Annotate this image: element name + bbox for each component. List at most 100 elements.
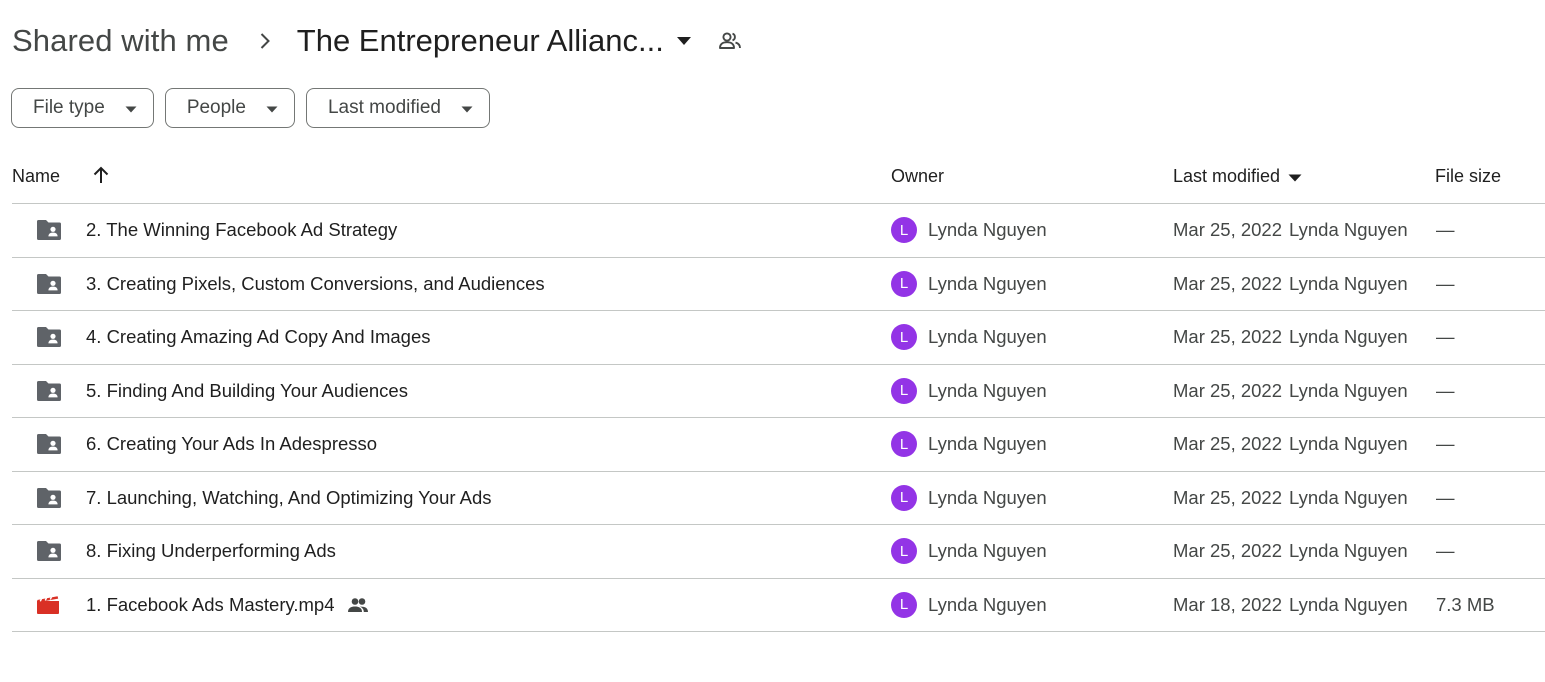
shared-folder-icon [36, 525, 62, 577]
table-row[interactable]: 6. Creating Your Ads In Adespresso L Lynda… [12, 418, 1545, 472]
modified-by: Lynda Nguyen [1289, 593, 1408, 615]
shared-folder-icon [36, 258, 62, 310]
arrow-drop-down-icon [461, 97, 473, 119]
shared-folder-icon [36, 418, 62, 470]
modified-by: Lynda Nguyen [1289, 540, 1408, 561]
owner-name: Lynda Nguyen [928, 379, 1047, 401]
owner-cell: L Lynda Nguyen [891, 418, 1047, 470]
owner-cell: L Lynda Nguyen [891, 311, 1047, 363]
owner-name: Lynda Nguyen [928, 540, 1047, 561]
people-outline-icon[interactable] [718, 31, 742, 51]
file-name: 6. Creating Your Ads In Adespresso [86, 433, 378, 454]
owner-cell: L Lynda Nguyen [891, 204, 1047, 256]
table-row[interactable]: 1. Facebook Ads Mastery.mp4 L Lynda Nguyen… [12, 579, 1545, 632]
file-size: — [1436, 486, 1455, 508]
modified-date: Mar 25, 2022 [1173, 433, 1283, 454]
file-name-cell[interactable]: 5. Finding And Building Your Audiences [86, 365, 408, 417]
modified-date: Mar 25, 2022 [1173, 272, 1283, 294]
breadcrumb-current-folder[interactable]: The Entrepreneur Allianc... [297, 23, 664, 59]
avatar: L [891, 377, 917, 404]
last-modified-cell: Mar 25, 2022 Lynda Nguyen [1173, 418, 1408, 470]
owner-cell: L Lynda Nguyen [891, 579, 1047, 631]
file-list: 2. The Winning Facebook Ad Strategy L Lynd… [12, 204, 1545, 632]
filter-label: Last modified [327, 97, 441, 118]
modified-date: Mar 25, 2022 [1173, 379, 1283, 401]
file-name: 8. Fixing Underperforming Ads [86, 540, 336, 561]
last-modified-cell: Mar 25, 2022 Lynda Nguyen [1173, 365, 1408, 417]
last-modified-filter[interactable]: Last modified [305, 88, 490, 128]
file-size: — [1436, 326, 1455, 347]
file-name-cell[interactable]: 6. Creating Your Ads In Adespresso [86, 418, 377, 470]
arrow-drop-down-icon[interactable] [676, 36, 692, 46]
arrow-drop-down-icon [266, 97, 278, 119]
avatar: L [891, 484, 917, 511]
table-row[interactable]: 2. The Winning Facebook Ad Strategy L Lynd… [12, 204, 1545, 258]
file-name: 1. Facebook Ads Mastery.mp4 [86, 593, 335, 615]
file-name-cell[interactable]: 3. Creating Pixels, Custom Conversions, … [86, 258, 545, 310]
avatar: L [891, 591, 917, 618]
file-size: — [1436, 219, 1455, 240]
file-name-cell[interactable]: 8. Fixing Underperforming Ads [86, 525, 336, 577]
file-name-cell[interactable]: 7. Launching, Watching, And Optimizing Y… [86, 472, 492, 524]
owner-cell: L Lynda Nguyen [891, 365, 1047, 417]
table-row[interactable]: 4. Creating Amazing Ad Copy And Images L L… [12, 311, 1545, 365]
file-size: — [1436, 272, 1455, 294]
owner-name: Lynda Nguyen [928, 272, 1047, 294]
modified-date: Mar 25, 2022 [1173, 486, 1283, 508]
table-row[interactable]: 3. Creating Pixels, Custom Conversions, … [12, 258, 1545, 311]
table-row[interactable]: 8. Fixing Underperforming Ads L Lynda Nguy… [12, 525, 1545, 579]
modified-date: Mar 18, 2022 [1173, 593, 1283, 615]
column-header-file-size[interactable]: File size [1435, 166, 1501, 187]
file-name: 7. Launching, Watching, And Optimizing Y… [86, 486, 492, 508]
file-size: — [1436, 433, 1455, 454]
owner-name: Lynda Nguyen [928, 326, 1047, 347]
shared-folder-icon [36, 472, 62, 524]
file-size: — [1436, 379, 1455, 401]
modified-by: Lynda Nguyen [1289, 379, 1408, 401]
arrow-up-icon[interactable] [92, 165, 110, 185]
table-header: Name Owner Last modified File size [12, 156, 1545, 204]
last-modified-cell: Mar 25, 2022 Lynda Nguyen [1173, 204, 1408, 256]
shared-folder-icon [36, 204, 62, 256]
video-file-icon [36, 579, 60, 631]
shared-folder-icon [36, 311, 62, 363]
file-size: 7.3 MB [1436, 593, 1495, 615]
table-row[interactable]: 7. Launching, Watching, And Optimizing Y… [12, 472, 1545, 525]
avatar: L [891, 538, 917, 564]
modified-by: Lynda Nguyen [1289, 486, 1408, 508]
avatar: L [891, 431, 917, 457]
file-name-cell[interactable]: 2. The Winning Facebook Ad Strategy [86, 204, 397, 256]
file-name-cell[interactable]: 4. Creating Amazing Ad Copy And Images [86, 311, 431, 363]
file-type-filter[interactable]: File type [11, 88, 154, 128]
modified-by: Lynda Nguyen [1289, 433, 1408, 454]
file-name: 4. Creating Amazing Ad Copy And Images [86, 326, 431, 347]
file-name: 5. Finding And Building Your Audiences [86, 379, 408, 401]
owner-name: Lynda Nguyen [928, 219, 1047, 240]
arrow-drop-down-icon [1288, 166, 1302, 187]
modified-date: Mar 25, 2022 [1173, 219, 1283, 240]
file-name: 3. Creating Pixels, Custom Conversions, … [86, 272, 545, 294]
people-filter[interactable]: People [164, 88, 295, 128]
file-size: — [1436, 540, 1455, 561]
avatar: L [891, 217, 917, 243]
shared-people-icon [347, 597, 369, 613]
modified-date: Mar 25, 2022 [1173, 326, 1283, 347]
owner-name: Lynda Nguyen [928, 433, 1047, 454]
table-row[interactable]: 5. Finding And Building Your Audiences L L… [12, 365, 1545, 418]
last-modified-cell: Mar 25, 2022 Lynda Nguyen [1173, 472, 1408, 524]
shared-folder-icon [36, 365, 62, 417]
file-name: 2. The Winning Facebook Ad Strategy [86, 219, 398, 240]
last-modified-cell: Mar 25, 2022 Lynda Nguyen [1173, 525, 1408, 577]
column-header-name[interactable]: Name [12, 166, 60, 187]
modified-by: Lynda Nguyen [1289, 272, 1408, 294]
owner-cell: L Lynda Nguyen [891, 525, 1047, 577]
last-modified-cell: Mar 18, 2022 Lynda Nguyen [1173, 579, 1408, 631]
arrow-drop-down-icon [125, 97, 137, 119]
column-header-owner[interactable]: Owner [891, 166, 944, 187]
column-header-last-modified[interactable]: Last modified [1173, 166, 1302, 187]
avatar: L [891, 324, 917, 350]
last-modified-cell: Mar 25, 2022 Lynda Nguyen [1173, 311, 1408, 363]
breadcrumb-shared-with-me[interactable]: Shared with me [12, 23, 229, 59]
file-name-cell[interactable]: 1. Facebook Ads Mastery.mp4 [86, 579, 369, 631]
modified-by: Lynda Nguyen [1289, 219, 1408, 240]
